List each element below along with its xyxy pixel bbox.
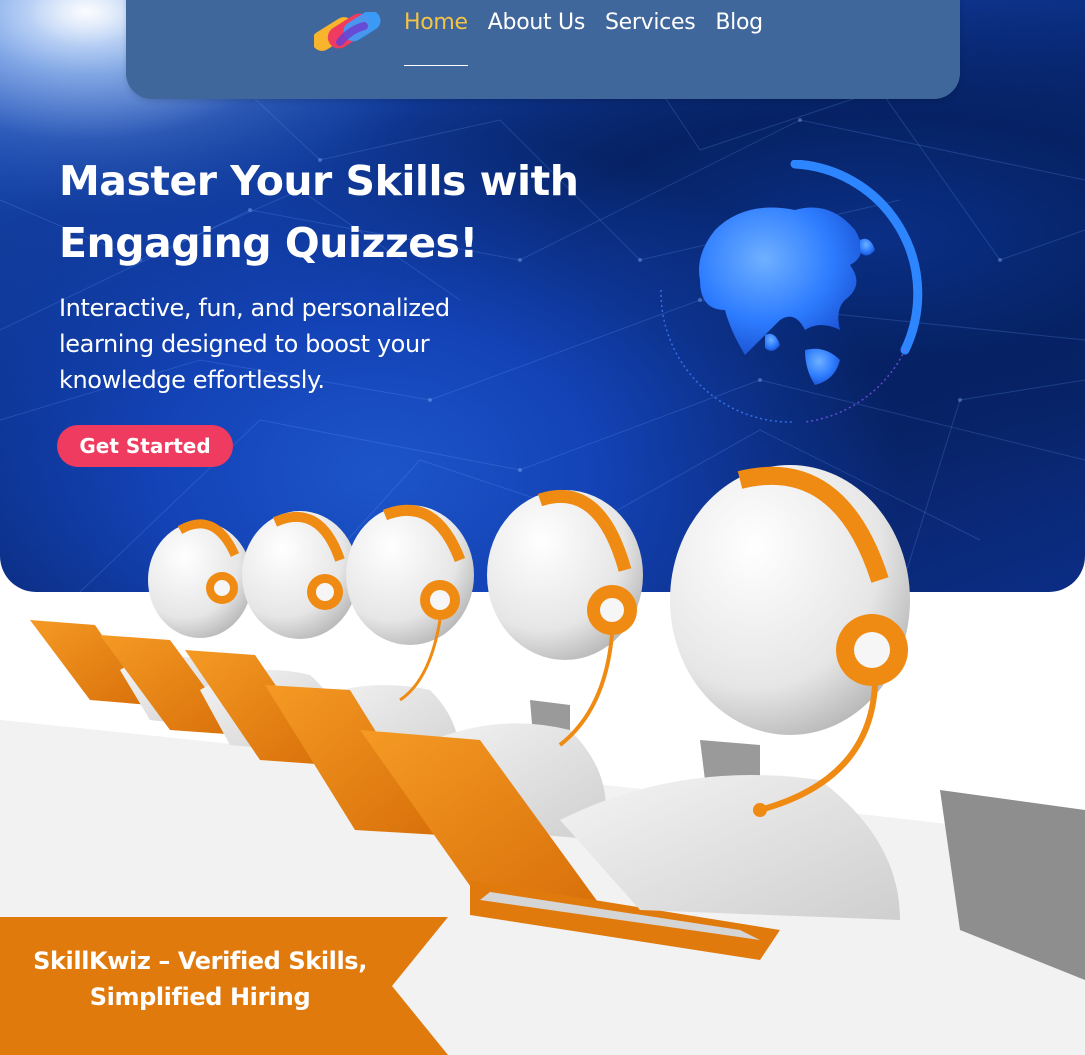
tagline-text: SkillKwiz – Verified Skills, Simplified … bbox=[33, 947, 367, 1011]
hero-title: Master Your Skills with Engaging Quizzes… bbox=[59, 157, 579, 267]
nav-blog[interactable]: Blog bbox=[715, 10, 763, 65]
brand-logo-icon[interactable] bbox=[314, 12, 386, 58]
nav-about-us[interactable]: About Us bbox=[488, 10, 586, 65]
hero-subtitle: Interactive, fun, and personalized learn… bbox=[59, 294, 450, 394]
top-navbar: Home About Us Services Blog bbox=[126, 0, 960, 99]
landing-page: Home About Us Services Blog Master Your … bbox=[0, 0, 1085, 1055]
tagline-ribbon: SkillKwiz – Verified Skills, Simplified … bbox=[0, 917, 450, 1055]
nav-services[interactable]: Services bbox=[605, 10, 696, 65]
nav-home[interactable]: Home bbox=[404, 10, 468, 66]
nav-links: Home About Us Services Blog bbox=[404, 10, 763, 66]
globe-asia-icon bbox=[660, 160, 923, 423]
